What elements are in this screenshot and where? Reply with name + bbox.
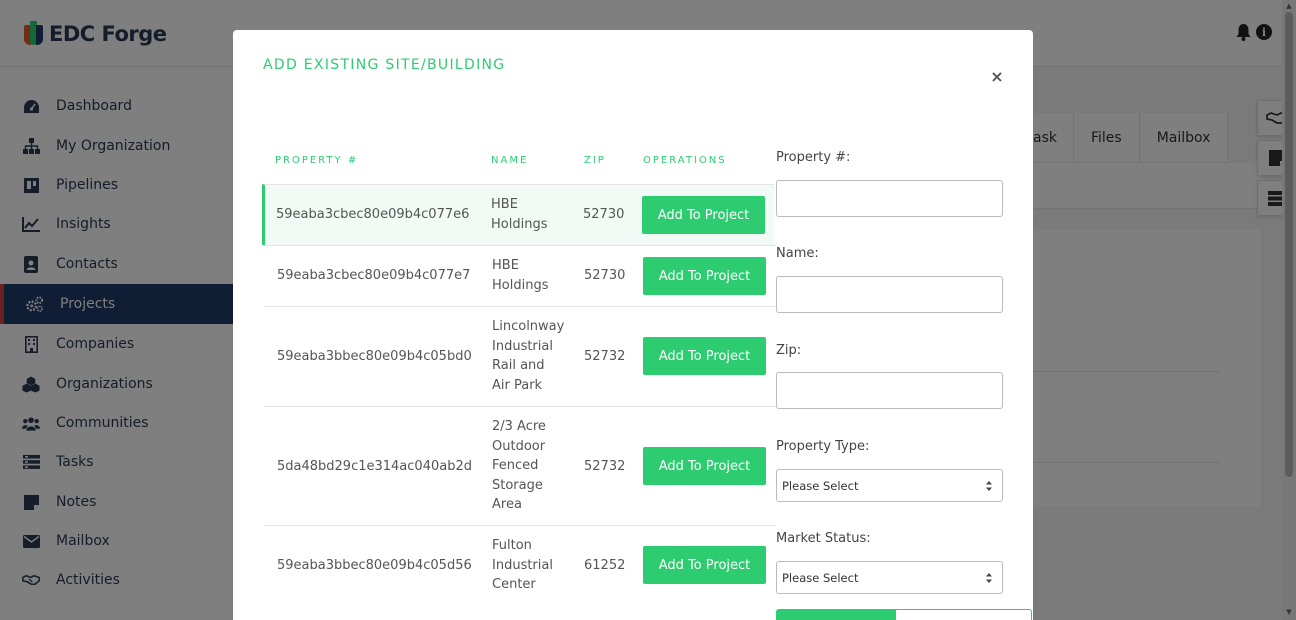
property-type-select[interactable]: Please Select bbox=[776, 469, 1003, 502]
table-row[interactable]: 59eaba3cbec80e09b4c077e7 HBE Holdings 527… bbox=[264, 245, 776, 306]
table-row[interactable]: 5da48bd29c1e314ac040ab2d 2/3 Acre Outdoor… bbox=[264, 406, 776, 525]
property-number-input[interactable] bbox=[776, 180, 1003, 217]
property-type-label: Property Type: bbox=[776, 439, 870, 454]
property-name: Lincolnway Industrial Rail and Air Park bbox=[492, 319, 565, 393]
market-status-select[interactable]: Please Select bbox=[776, 561, 1003, 594]
column-header-operations: OPERATIONS bbox=[643, 155, 727, 166]
add-to-project-button[interactable]: Add To Project bbox=[642, 196, 765, 234]
table-row[interactable]: 59eaba3bbec80e09b4c05d56 Fulton Industria… bbox=[264, 525, 776, 620]
property-id: 59eaba3cbec80e09b4c077e6 bbox=[276, 207, 470, 222]
property-id: 59eaba3bbec80e09b4c05bd0 bbox=[277, 349, 472, 364]
column-header-property: PROPERTY # bbox=[275, 155, 359, 166]
add-to-project-button[interactable]: Add To Project bbox=[643, 546, 766, 584]
name-label: Name: bbox=[776, 246, 819, 261]
property-type-value: Please Select bbox=[782, 478, 859, 493]
property-zip: 52732 bbox=[584, 459, 626, 474]
market-status-label: Market Status: bbox=[776, 531, 871, 546]
add-existing-site-modal: ADD EXISTING SITE/BUILDING × PROPERTY # … bbox=[233, 30, 1033, 620]
property-name: 2/3 Acre Outdoor Fenced Storage Area bbox=[492, 419, 546, 513]
property-zip: 52730 bbox=[584, 268, 626, 283]
name-input[interactable] bbox=[776, 276, 1003, 313]
search-button[interactable] bbox=[776, 609, 896, 620]
table-row[interactable]: 59eaba3bbec80e09b4c05bd0 Lincolnway Indus… bbox=[264, 306, 776, 406]
add-to-project-button[interactable]: Add To Project bbox=[643, 337, 766, 375]
market-status-value: Please Select bbox=[782, 570, 859, 585]
add-to-project-button[interactable]: Add To Project bbox=[643, 447, 766, 485]
property-zip: 52730 bbox=[583, 207, 625, 222]
property-id: 5da48bd29c1e314ac040ab2d bbox=[277, 459, 472, 474]
column-header-zip: ZIP bbox=[584, 155, 606, 166]
table-header: PROPERTY # NAME ZIP OPERATIONS bbox=[264, 142, 776, 184]
column-header-name: NAME bbox=[491, 155, 529, 166]
table-row[interactable]: 59eaba3cbec80e09b4c077e6 HBE Holdings 527… bbox=[262, 184, 774, 245]
property-name: HBE Holdings bbox=[491, 197, 548, 232]
property-zip: 61252 bbox=[584, 558, 626, 573]
property-name: HBE Holdings bbox=[492, 258, 549, 293]
property-id: 59eaba3cbec80e09b4c077e7 bbox=[277, 268, 471, 283]
property-number-label: Property #: bbox=[776, 150, 851, 165]
select-arrows-icon bbox=[986, 481, 992, 491]
property-id: 59eaba3bbec80e09b4c05d56 bbox=[277, 558, 472, 573]
zip-label: Zip: bbox=[776, 343, 802, 358]
property-zip: 52732 bbox=[584, 349, 626, 364]
add-to-project-button[interactable]: Add To Project bbox=[643, 257, 766, 295]
zip-input[interactable] bbox=[776, 372, 1003, 409]
select-arrows-icon bbox=[986, 573, 992, 583]
modal-title: ADD EXISTING SITE/BUILDING bbox=[263, 57, 506, 73]
close-icon[interactable]: × bbox=[990, 69, 1004, 85]
property-name: Fulton Industrial Center bbox=[492, 538, 553, 593]
reset-button[interactable] bbox=[895, 609, 1032, 620]
